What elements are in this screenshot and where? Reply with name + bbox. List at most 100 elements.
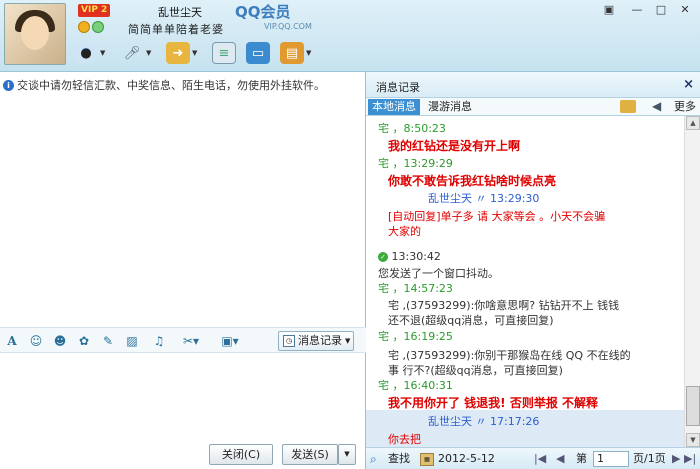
info-icon: i — [3, 79, 14, 91]
app-button[interactable]: ▤ ▼ — [280, 40, 320, 66]
check-icon: ✓ — [378, 252, 388, 262]
export-icon[interactable] — [620, 100, 636, 113]
page-suffix: 页/1页 — [633, 452, 666, 465]
history-title: 消息记录 — [376, 81, 420, 94]
message-header: 宅 ，8:50:23 — [378, 122, 446, 135]
prev-page-icon[interactable]: ◀ — [556, 452, 564, 466]
maximize-icon[interactable]: □ — [654, 3, 668, 17]
history-icon: ◷ — [283, 335, 295, 347]
message-text: 你敢不敢告诉我红钻啥时候点亮 — [388, 174, 557, 188]
message-text: [自动回复]单子多 请 大家等会 。小天不会骗 — [388, 210, 606, 223]
first-page-icon[interactable]: |◀ — [534, 452, 546, 466]
message-history-label: 消息记录 — [298, 334, 342, 347]
tab-local[interactable]: 本地消息 — [368, 99, 420, 115]
chevron-down-icon: ▼ — [306, 49, 312, 57]
send-options-button[interactable]: ▼ — [338, 444, 356, 465]
status-icons — [78, 21, 104, 33]
scroll-thumb[interactable] — [686, 386, 700, 426]
history-tabs: 本地消息 漫游消息 ◀︎ 更多 — [366, 98, 700, 116]
close-icon[interactable]: ✕ — [678, 3, 692, 17]
contact-signature: 简简单单陪着老婆 — [128, 23, 224, 36]
more-app-icon[interactable]: ▣▾ — [216, 332, 244, 350]
pin-icon[interactable]: ▣ — [602, 3, 616, 17]
doodle-icon[interactable]: ✎ — [99, 332, 117, 350]
camera-icon: ● — [74, 42, 98, 64]
next-page-icon[interactable]: ▶ — [672, 452, 680, 466]
scroll-down-icon[interactable]: ▼ — [686, 433, 700, 447]
search-icon[interactable]: ⌕ — [370, 452, 377, 466]
more-button[interactable]: 更多 — [674, 99, 696, 115]
remote-desktop-button[interactable]: ▭ — [246, 40, 274, 66]
main-toolbar: ● ▼ 🎤︎ ▼ ➜ ▼ ≡ ▭ ▤ ▼ — [74, 40, 320, 66]
window-header: VIP 2 乱世尘天 简简单单陪着老婆 QQ会员 VIP.QQ.COM ▣ — … — [0, 0, 700, 72]
message-header: 乱世尘天 〃 13:29:30 — [428, 192, 540, 205]
minimize-icon[interactable]: — — [630, 3, 644, 17]
chevron-down-icon: ▼ — [146, 49, 152, 57]
page-input[interactable]: 1 — [593, 451, 629, 467]
app-icon: ▤ — [280, 42, 304, 64]
history-scrollbar[interactable]: ▲ ▼ — [684, 116, 700, 447]
voice-button[interactable]: 🎤︎ ▼ — [120, 40, 160, 66]
qq-vip-logo: QQ会员 — [235, 3, 291, 21]
remote-desktop-icon: ▭ — [246, 42, 270, 64]
system-message-header: ✓ 13:30:42 — [378, 250, 684, 263]
chevron-down-icon: ▼ — [192, 49, 198, 57]
crown-icon[interactable] — [78, 21, 90, 33]
message-display-area[interactable] — [0, 94, 365, 326]
avatar[interactable] — [4, 3, 66, 65]
video-button[interactable]: ● ▼ — [74, 40, 114, 66]
safety-notice: i 交谈中请勿轻信汇款、中奖信息、陌生电话，勿使用外挂软件。 — [3, 77, 325, 93]
emoji-icon[interactable]: ☺ — [27, 332, 45, 350]
history-pane: 消息记录 × 本地消息 漫游消息 ◀︎ 更多 宅 ，8:50:23 我的红钻还是… — [366, 72, 700, 469]
message-header: 宅 ，14:57:23 — [378, 282, 453, 295]
format-toolbar: A ☺ ☻ ✿ ✎ ▨ ♫ ✂▾ ▣▾ ◷ 消息记录 ▼ — [0, 327, 366, 353]
magic-face-icon[interactable]: ☻ — [51, 332, 69, 350]
message-text-cont: 事 行不?(超级qq消息，可直接回复) — [388, 364, 563, 377]
contact-nickname[interactable]: 乱世尘天 — [158, 4, 202, 20]
close-history-icon[interactable]: × — [683, 77, 694, 92]
page-prefix: 第 — [576, 452, 587, 465]
file-transfer-icon: ➜ — [166, 42, 190, 64]
sms-button[interactable]: ≡ — [212, 40, 240, 66]
calendar-icon[interactable]: ▦ — [420, 453, 434, 466]
screenshot-icon[interactable]: ✂▾ — [176, 332, 206, 350]
file-transfer-button[interactable]: ➜ ▼ — [166, 40, 206, 66]
search-label[interactable]: 查找 — [388, 452, 410, 466]
message-text: 我的红钻还是没有开上啊 — [388, 139, 521, 153]
vip-badge[interactable]: VIP 2 — [78, 4, 111, 17]
message-history-button[interactable]: ◷ 消息记录 ▼ — [278, 331, 354, 351]
message-header: 宅 ，16:40:31 — [378, 379, 453, 392]
message-header: 乱世尘天 〃 17:17:26 — [428, 415, 540, 428]
chevron-down-icon: ▼ — [100, 49, 106, 57]
message-input[interactable] — [0, 354, 365, 440]
system-message-text: 您发送了一个窗口抖动。 — [378, 267, 499, 280]
message-text: 宅 ,(37593299):你别干那猴岛在线 QQ 不在线的 — [388, 349, 631, 362]
message-text: 我不用你开了 钱退我! 否则举报 不解释 — [388, 396, 599, 410]
qq-vip-url: VIP.QQ.COM — [264, 22, 312, 31]
status-icon[interactable] — [92, 21, 104, 33]
send-button[interactable]: 发送(S) — [282, 444, 338, 465]
safety-notice-text: 交谈中请勿轻信汇款、中奖信息、陌生电话，勿使用外挂软件。 — [17, 79, 325, 92]
font-icon[interactable]: A — [3, 332, 21, 350]
chat-pane: i 交谈中请勿轻信汇款、中奖信息、陌生电话，勿使用外挂软件。 A ☺ ☻ ✿ ✎… — [0, 72, 366, 469]
message-text-cont: 大家的 — [388, 225, 421, 238]
message-text: 你去把 — [388, 433, 421, 446]
close-button[interactable]: 关闭(C) — [209, 444, 273, 465]
speaker-icon[interactable]: ◀︎ — [652, 99, 661, 113]
gift-icon[interactable]: ✿ — [75, 332, 93, 350]
music-icon[interactable]: ♫ — [150, 332, 168, 350]
message-header: 宅 ，13:29:29 — [378, 157, 453, 170]
chat-window: VIP 2 乱世尘天 简简单单陪着老婆 QQ会员 VIP.QQ.COM ▣ — … — [0, 0, 700, 469]
chevron-down-icon: ▼ — [345, 337, 351, 345]
history-message-list[interactable]: 宅 ，8:50:23 我的红钻还是没有开上啊 宅 ，13:29:29 你敢不敢告… — [366, 116, 684, 447]
history-title-bar: 消息记录 × — [366, 72, 700, 98]
message-text-cont: 还不退(超级qq消息，可直接回复) — [388, 314, 554, 327]
microphone-icon: 🎤︎ — [123, 45, 141, 61]
scroll-up-icon[interactable]: ▲ — [686, 116, 700, 130]
history-footer: ⌕ 查找 ▦ 2012-5-12 |◀ ◀ 第 1 页/1页 ▶ ▶| — [366, 447, 700, 469]
message-text: 宅 ,(37593299):你啥意思啊? 钻钻开不上 钱钱 — [388, 299, 620, 312]
image-icon[interactable]: ▨ — [123, 332, 141, 350]
tab-roaming[interactable]: 漫游消息 — [424, 99, 476, 115]
last-page-icon[interactable]: ▶| — [684, 452, 696, 466]
date-label[interactable]: 2012-5-12 — [438, 452, 495, 466]
